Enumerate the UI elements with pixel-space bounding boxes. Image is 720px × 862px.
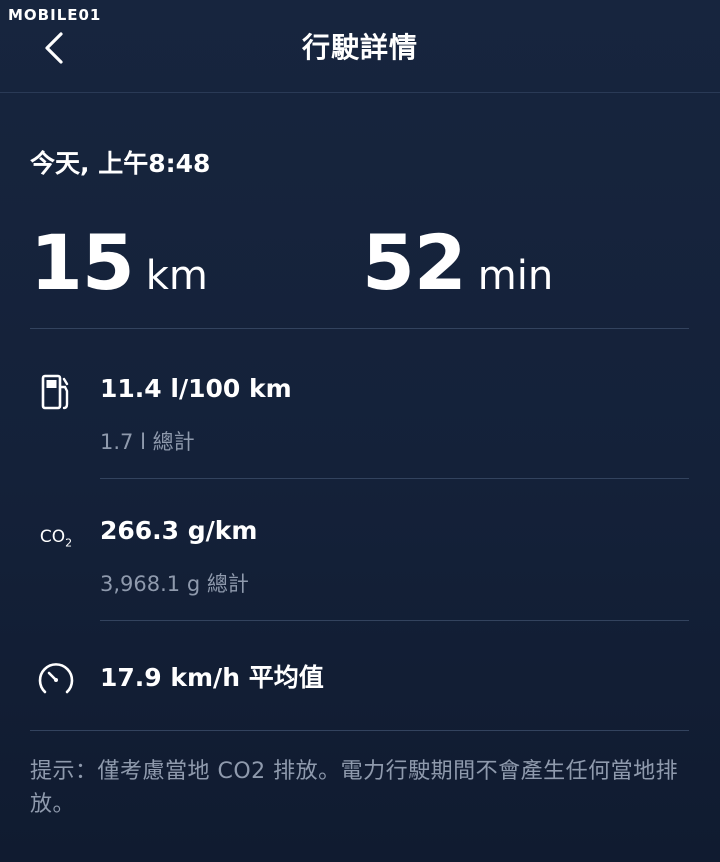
- duration-unit: min: [477, 253, 554, 299]
- co2-icon-label: CO: [39, 526, 66, 547]
- fuel-pump-icon: [36, 372, 76, 412]
- speedometer-icon: [36, 658, 76, 698]
- average-speed-value: 17.9 km/h 平均值: [100, 663, 324, 692]
- divider: [30, 730, 689, 731]
- co2-total-value: 3,968.1 g 總計: [100, 572, 249, 596]
- distance-value: 15: [30, 218, 135, 307]
- duration-value: 52: [362, 218, 467, 307]
- emission-note: 提示：僅考慮當地 CO2 排放。電力行駛期間不會產生任何當地排放。: [30, 759, 679, 817]
- divider: [100, 620, 689, 621]
- page-title: 行駛詳情: [301, 31, 418, 64]
- fuel-consumption-value: 11.4 l/100 km: [100, 374, 292, 403]
- header-bar: 行駛詳情: [0, 0, 720, 93]
- co2-icon: CO2: [36, 518, 76, 558]
- duration-stat: 52 min: [362, 218, 553, 307]
- fuel-total-value: 1.7 l 總計: [100, 430, 195, 454]
- divider: [30, 328, 689, 329]
- co2-icon-sub: 2: [65, 536, 73, 550]
- distance-unit: km: [145, 253, 208, 299]
- divider: [100, 478, 689, 479]
- distance-stat: 15 km: [30, 218, 208, 307]
- co2-emission-value: 266.3 g/km: [100, 516, 258, 545]
- trip-datetime: 今天, 上午8:48: [30, 149, 211, 178]
